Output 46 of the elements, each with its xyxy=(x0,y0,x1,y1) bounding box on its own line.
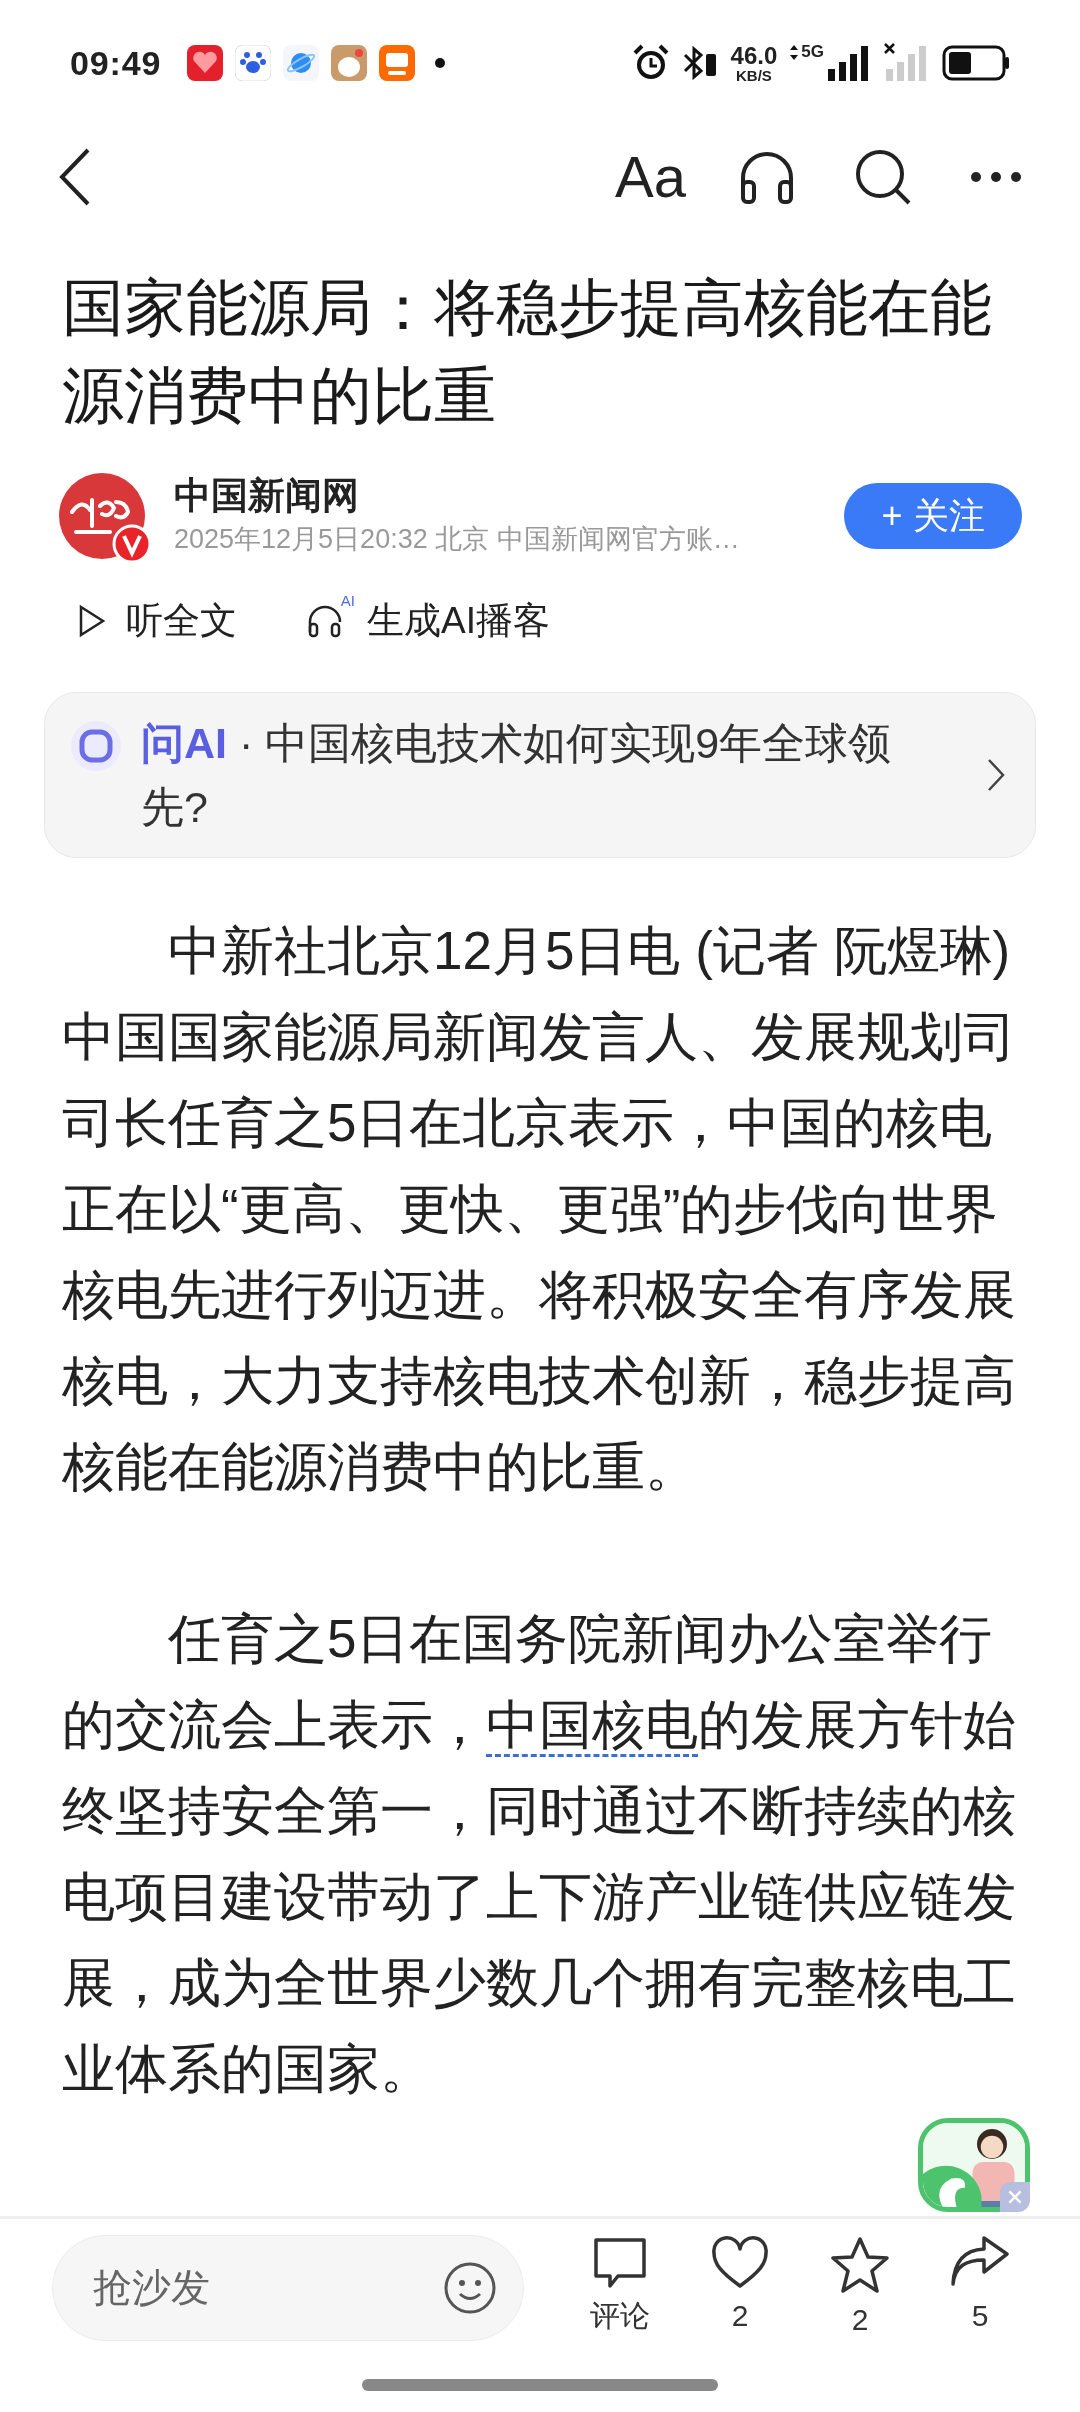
like-button[interactable]: 2 xyxy=(680,2236,800,2340)
ask-ai-card[interactable]: 问AI · 中国核电技术如何实现9年全球领先? xyxy=(44,692,1036,858)
headphones-button[interactable] xyxy=(738,150,796,204)
share-button[interactable]: 5 xyxy=(920,2236,1040,2340)
publisher-name[interactable]: 中国新闻网 xyxy=(174,473,834,519)
network-speed: 46.0 xyxy=(730,43,778,68)
paw-app-icon xyxy=(235,45,272,81)
back-button[interactable] xyxy=(58,147,92,207)
headphones-icon xyxy=(738,150,796,204)
verified-badge-icon xyxy=(112,524,152,564)
planet-app-icon xyxy=(283,45,320,81)
article-title: 国家能源局：将稳步提高核能在能源消费中的比重 xyxy=(62,272,993,432)
back-icon xyxy=(58,147,92,207)
close-icon xyxy=(1007,2189,1023,2205)
battery-icon xyxy=(942,45,1010,81)
notification-dot-icon xyxy=(435,58,446,68)
alarm-icon xyxy=(632,44,669,82)
ai-label: AI xyxy=(340,591,355,611)
more-button[interactable] xyxy=(970,171,1022,183)
comment-input[interactable]: 抢沙发 xyxy=(52,2235,524,2341)
play-icon xyxy=(78,604,106,638)
font-size-button[interactable]: Aa xyxy=(615,148,686,206)
article-paragraph: 任育之5日在国务院新闻办公室举行的交流会上表示，中国核电的发展方针始终坚持安全第一，同时通过不断持续的核电项目建设带动了上下游产业链供应链发展，成为全世界少数几个拥有完整核电工业体系的国家。 xyxy=(62,1608,1017,2100)
search-icon xyxy=(854,148,912,206)
chevron-right-icon xyxy=(987,758,1005,792)
publish-meta: 2025年12月5日20:32 北京 中国新闻网官方账… xyxy=(174,523,741,556)
comment-icon xyxy=(592,2236,648,2290)
star-icon xyxy=(830,2236,890,2294)
ask-ai-question: 问AI · 中国核电技术如何实现9年全球领先? xyxy=(141,718,893,833)
follow-button[interactable]: + 关注 xyxy=(844,483,1022,549)
keyword-link[interactable]: 中国核电 xyxy=(486,1695,698,1757)
emoji-icon xyxy=(443,2261,497,2315)
ai-logo-icon xyxy=(69,719,123,773)
status-time: 09:49 xyxy=(70,42,162,84)
heart-icon xyxy=(711,2236,769,2290)
comment-placeholder: 抢沙发 xyxy=(93,2264,211,2311)
speed-unit: KB/S xyxy=(736,67,772,83)
favorite-button[interactable]: 2 xyxy=(800,2236,920,2340)
comment-button[interactable]: 评论 xyxy=(560,2236,680,2340)
shopping-app-icon xyxy=(187,45,224,81)
network-type: 5G xyxy=(801,43,824,60)
podcast-button[interactable]: AI 生成AI播客 xyxy=(307,593,550,649)
search-button[interactable] xyxy=(854,148,912,206)
more-icon xyxy=(970,171,1022,183)
article-paragraph: 中新社北京12月5日电 (记者 阮煜琳)中国国家能源局新闻发言人、发展规划司司长任育之5日在北京表示，中国的核电正在以“更高、更快、更强”的步伐向世界核电先进行列迈进。将积极安全有序发展核电，大力支持核电技术创新，稳步提高核能在能源消费中的比重。 xyxy=(62,920,1017,1498)
listen-button[interactable]: 听全文 xyxy=(78,593,237,649)
